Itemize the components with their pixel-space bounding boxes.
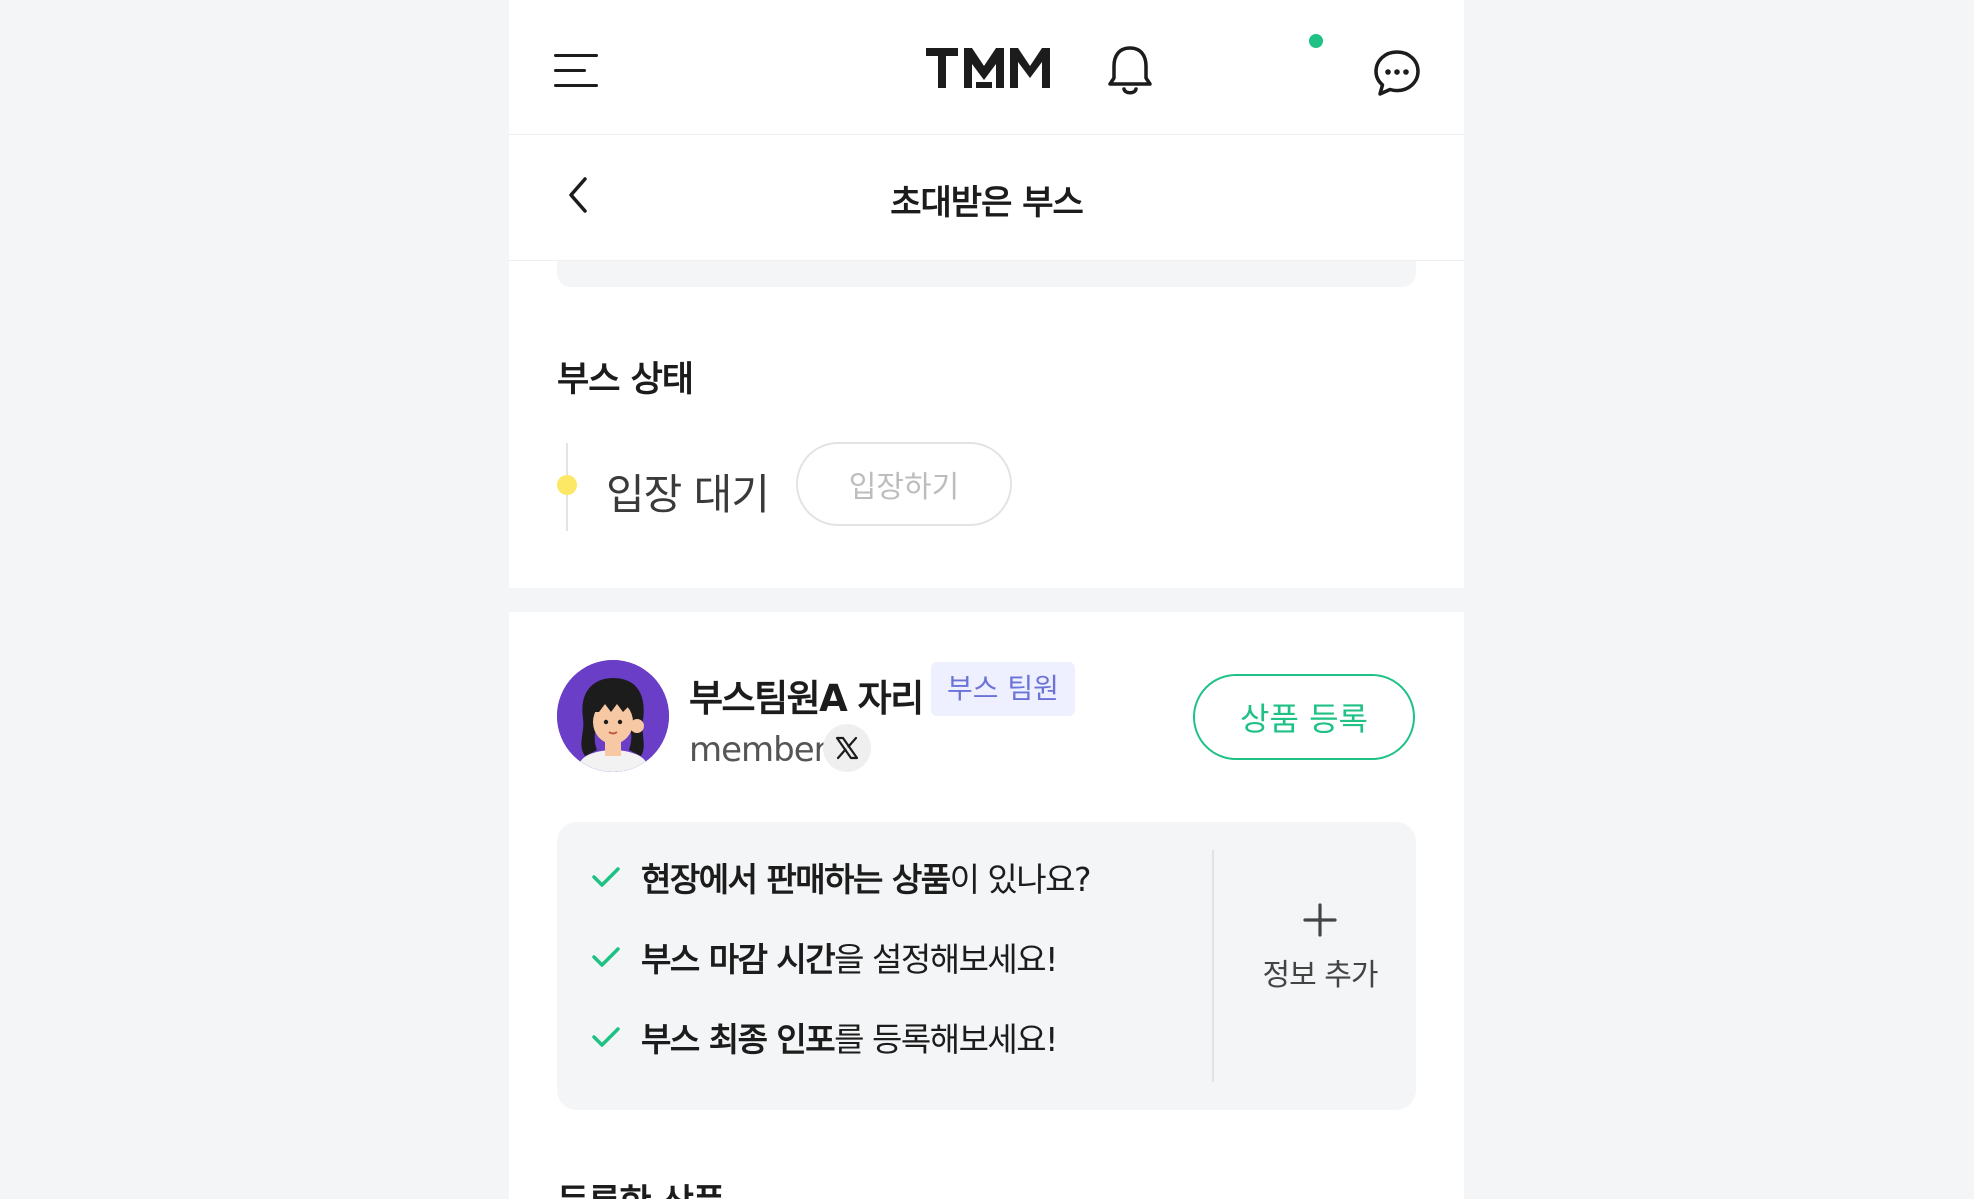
enter-button[interactable]: 입장하기: [796, 442, 1012, 526]
setup-checklist: 현장에서 판매하는 상품 이 있나요? 부스 마감 시간 을 설정해보세요! 부스 …: [557, 822, 1416, 1110]
member-handle: member: [689, 730, 828, 770]
status-indicator-dot: [557, 475, 577, 495]
bell-glyph: [1108, 46, 1152, 95]
notification-dot: [1309, 34, 1323, 48]
member-name: 부스팀원A 자리: [689, 677, 924, 720]
check-icon: [592, 947, 620, 967]
top-app-bar: [509, 0, 1464, 135]
register-product-button[interactable]: 상품 등록: [1193, 674, 1415, 760]
bell-icon[interactable]: [1105, 42, 1155, 98]
x-glyph: [835, 736, 859, 760]
checklist-item-text: 를 등록해보세요!: [834, 1020, 1058, 1059]
role-badge: 부스 팀원: [931, 662, 1075, 716]
x-logo-icon[interactable]: [823, 724, 871, 772]
checklist-item[interactable]: 부스 최종 인포 를 등록해보세요!: [591, 1012, 1058, 1062]
checklist-divider: [1212, 850, 1214, 1082]
avatar-illustration: [557, 660, 669, 772]
check-icon: [592, 867, 620, 887]
booth-status-section: 부스 상태 입장 대기 입장하기: [509, 261, 1464, 588]
chat-glyph: [1374, 50, 1420, 96]
chat-icon[interactable]: [1372, 48, 1422, 98]
member-card: 부스팀원A 자리 부스 팀원 member 상품 등록 현장에서 판매하는 상품…: [509, 612, 1464, 1199]
booth-status-title: 부스 상태: [557, 360, 694, 400]
status-label: 입장 대기: [606, 470, 770, 519]
avatar[interactable]: [557, 660, 669, 772]
booth-info-strip: [557, 261, 1416, 287]
add-info-button[interactable]: 정보 추가: [1224, 902, 1416, 1022]
tmm-logo[interactable]: [924, 44, 1054, 94]
checklist-item-strong: 현장에서 판매하는 상품: [641, 860, 951, 899]
checklist-item[interactable]: 부스 마감 시간 을 설정해보세요!: [591, 932, 1058, 982]
plus-icon: [1303, 903, 1337, 937]
checklist-item[interactable]: 현장에서 판매하는 상품 이 있나요?: [591, 852, 1092, 902]
page-header: 초대받은 부스: [509, 135, 1464, 261]
menu-icon[interactable]: [554, 50, 600, 92]
checklist-item-strong: 부스 마감 시간: [641, 940, 836, 979]
app-screen: 초대받은 부스 부스 상태 입장 대기 입장하기 부스팀원A 자리 부스 팀원 …: [509, 0, 1464, 1199]
tmm-logo-mark: [926, 48, 1050, 88]
checklist-item-strong: 부스 최종 인포: [641, 1020, 836, 1059]
registered-products-title: 등록한 상품: [557, 1174, 725, 1199]
checklist-item-text: 을 설정해보세요!: [834, 940, 1058, 979]
check-icon: [592, 1027, 620, 1047]
add-info-label: 정보 추가: [1262, 958, 1379, 993]
page-title: 초대받은 부스: [890, 183, 1084, 223]
checklist-item-text: 이 있나요?: [949, 860, 1092, 899]
